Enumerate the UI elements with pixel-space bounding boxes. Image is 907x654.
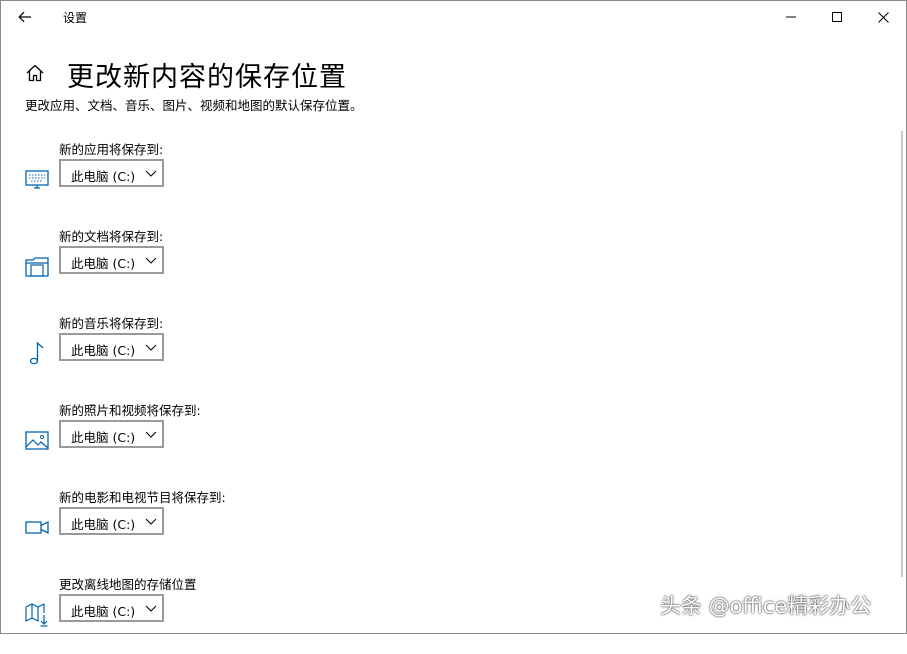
- scrollbar[interactable]: [901, 131, 903, 577]
- setting-documents-location: 新的文档将保存到: 此电脑 (C:): [0, 226, 880, 306]
- dropdown-value: 此电脑 (C:): [71, 517, 136, 532]
- close-icon: [877, 11, 889, 23]
- dropdown-value: 此电脑 (C:): [71, 604, 136, 619]
- documents-location-dropdown[interactable]: 此电脑 (C:): [59, 246, 164, 274]
- picture-icon: [25, 431, 49, 450]
- movies-tv-location-dropdown[interactable]: 此电脑 (C:): [59, 507, 164, 535]
- chevron-down-icon: [145, 431, 157, 438]
- minimize-icon: [786, 16, 796, 18]
- music-location-dropdown[interactable]: 此电脑 (C:): [59, 333, 164, 361]
- window-title: 设置: [63, 11, 88, 25]
- video-camera-icon: [25, 520, 49, 535]
- setting-label: 新的照片和视频将保存到:: [59, 403, 201, 418]
- map-download-icon: [25, 603, 48, 627]
- page-description: 更改应用、文档、音乐、图片、视频和地图的默认保存位置。: [25, 98, 363, 113]
- setting-photos-videos-location: 新的照片和视频将保存到: 此电脑 (C:): [0, 400, 880, 480]
- setting-label: 更改离线地图的存储位置: [59, 577, 197, 592]
- photos-videos-location-dropdown[interactable]: 此电脑 (C:): [59, 420, 164, 448]
- back-button[interactable]: [12, 6, 38, 28]
- setting-label: 新的文档将保存到:: [59, 229, 164, 244]
- dropdown-value: 此电脑 (C:): [71, 169, 136, 184]
- setting-label: 新的电影和电视节目将保存到:: [59, 490, 226, 505]
- documents-folder-icon: [25, 257, 49, 277]
- dropdown-value: 此电脑 (C:): [71, 430, 136, 445]
- setting-label: 新的应用将保存到:: [59, 142, 164, 157]
- home-icon[interactable]: [24, 62, 46, 84]
- setting-apps-location: 新的应用将保存到: 此电脑 (C:): [0, 139, 880, 219]
- page-title: 更改新内容的保存位置: [67, 62, 347, 93]
- title-bar: 设置: [0, 0, 907, 34]
- maximize-icon: [832, 12, 842, 22]
- watermark: 头条 @office精彩办公: [660, 594, 872, 618]
- dropdown-value: 此电脑 (C:): [71, 343, 136, 358]
- setting-movies-tv-location: 新的电影和电视节目将保存到: 此电脑 (C:): [0, 487, 880, 567]
- maximize-button[interactable]: [814, 0, 860, 34]
- chevron-down-icon: [145, 344, 157, 351]
- chevron-down-icon: [145, 170, 157, 177]
- music-note-icon: [29, 341, 44, 365]
- apps-location-dropdown[interactable]: 此电脑 (C:): [59, 159, 164, 187]
- minimize-button[interactable]: [768, 0, 814, 34]
- chevron-down-icon: [145, 257, 157, 264]
- offline-maps-location-dropdown[interactable]: 此电脑 (C:): [59, 594, 164, 622]
- monitor-icon: [25, 170, 49, 189]
- setting-music-location: 新的音乐将保存到: 此电脑 (C:): [0, 313, 880, 393]
- chevron-down-icon: [145, 518, 157, 525]
- close-button[interactable]: [860, 0, 906, 34]
- chevron-down-icon: [145, 605, 157, 612]
- setting-label: 新的音乐将保存到:: [59, 316, 164, 331]
- dropdown-value: 此电脑 (C:): [71, 256, 136, 271]
- back-arrow-icon: [18, 11, 31, 23]
